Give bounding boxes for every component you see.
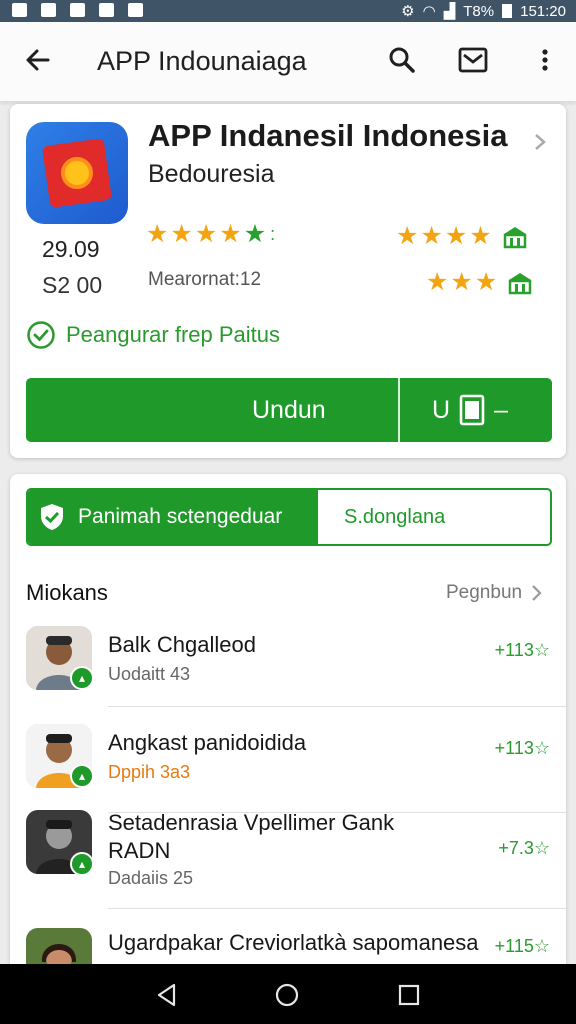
app-name: APP Indanesil Indonesia [148,118,508,153]
recents-square-icon[interactable] [396,982,422,1008]
star-icon: ★ [474,268,498,296]
list-item[interactable]: ▴ Balk Chgalleod Uodaitt 43 +113☆ [10,622,566,712]
list-item[interactable]: ▴ Angkast panidoidida Dppih 3a3 +113☆ [10,720,566,813]
install-button-bar: Undun U – [26,378,552,442]
list-item-rating: +7.3☆ [498,838,550,858]
verified-badge-icon: ▴ [70,852,94,876]
search-icon[interactable] [386,44,418,76]
list-item-rating: +113☆ [494,738,550,758]
segment-selected-label: Panimah sctengeduar [78,505,283,528]
install-button[interactable]: Undun [26,378,398,442]
section-see-all-link[interactable]: Pegnbun [446,582,542,604]
status-bar: ⚙ ◠ ▟ T8% 151:20 [0,0,576,22]
star-rating-secondary: ★ ★ ★ ★ [396,224,528,249]
list-item[interactable]: ▴ Setadenrasia Vpellimer Gank RADN Dadai… [10,808,566,909]
mail-icon[interactable] [456,44,490,76]
star-icon: ★ [194,220,218,248]
alarm-icon: ⚙ [401,3,415,20]
star-icon: ★ [243,220,267,248]
list-item-name: Setadenrasia Vpellimer Gank [108,810,395,835]
segment-selected[interactable]: Panimah sctengeduar [28,490,318,544]
star-icon: ★ [396,222,419,250]
review-count: Mearornat:12 [148,269,262,290]
app-bar: APP Indounaiaga [0,22,576,102]
star-rating-primary: ★ ★ ★ ★ ★ : [146,222,275,247]
device-icon [459,394,485,426]
notification-icon [12,3,27,17]
notification-icon [41,3,56,17]
back-triangle-icon[interactable] [154,982,180,1008]
star-icon: ★ [426,268,449,296]
list-item-meta: Uodaitt 43 [108,664,191,684]
system-icons: ⚙ ◠ ▟ T8% 151:20 [401,2,566,21]
battery-percent: T8% [463,2,495,20]
divider [108,908,566,909]
section-link-label: Pegnbun [446,582,523,603]
list-item-name: Angkast panidoidida [108,730,307,755]
star-icon: ★ [420,222,443,250]
chevron-right-icon [532,585,542,601]
app-icon [26,122,128,224]
back-arrow-icon[interactable] [22,44,54,76]
developer-name[interactable]: Bedouresia [148,160,274,189]
store-icon [509,272,532,294]
content-card: Panimah sctengeduar S.donglana Miokans P… [10,474,566,994]
list-item-name-line2: RADN [108,838,171,863]
list-item-name: Balk Chgalleod [108,632,256,657]
list-item-rating: +115☆ [494,936,550,956]
secondary-action-button[interactable]: U – [400,378,552,442]
star-icon: ★ [444,222,468,250]
notification-icon [99,3,114,17]
verified-label: Peangurar frep Paitus [66,322,281,347]
list-item-meta: Dppih 3a3 [108,762,191,782]
notification-icons [12,3,143,17]
rating-separator: : [270,224,276,244]
shield-check-icon [41,504,63,530]
home-circle-icon[interactable] [274,982,300,1008]
star-icon: ★ [219,220,242,248]
divider [108,706,566,707]
clock: 151:20 [520,2,566,20]
segment-other[interactable]: S.donglana [318,490,550,544]
signal-icon: ▟ [443,3,456,20]
list-item-rating: +113☆ [494,640,550,660]
star-rating-tertiary: ★ ★ ★ [426,270,533,295]
notification-icon [128,3,143,17]
notification-icon [70,3,85,17]
chevron-right-icon[interactable] [532,132,548,152]
wifi-icon: ◠ [422,3,436,20]
store-icon [503,226,526,248]
minus-icon: – [494,395,508,424]
system-navigation-bar [0,964,576,1024]
battery-icon [502,4,513,18]
verified-row: Peangurar frep Paitus [26,320,280,350]
star-icon: ★ [170,220,193,248]
more-options-icon[interactable] [534,44,556,76]
star-icon: ★ [469,222,492,250]
verified-badge-icon: ▴ [70,666,94,690]
star-icon: ★ [146,220,169,248]
list-item-name: Ugardpakar Creviorlatkà sapomanesa [108,930,479,955]
price-primary: 29.09 [42,236,100,262]
price-secondary: S2 00 [42,272,103,298]
section-title: Miokans [26,580,108,605]
list-item-meta: Dadaiis 25 [108,868,194,888]
verified-badge-icon: ▴ [70,764,94,788]
secondary-action-label: U [432,395,451,424]
star-icon: ★ [450,268,473,296]
sun-icon [61,157,93,189]
app-info-card: APP Indanesil Indonesia Bedouresia 29.09… [10,104,566,458]
page-title: APP Indounaiaga [97,46,307,76]
segmented-control: Panimah sctengeduar S.donglana [26,488,552,546]
check-circle-icon [27,321,55,349]
